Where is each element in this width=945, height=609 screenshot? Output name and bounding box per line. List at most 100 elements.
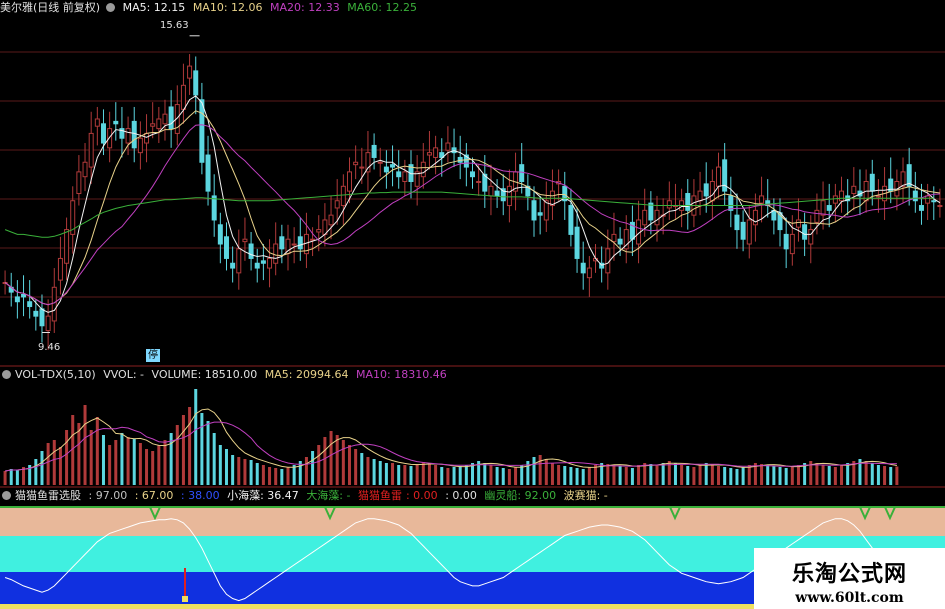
volume-bar (569, 467, 573, 485)
candle-body (931, 200, 937, 203)
volume-bar (255, 463, 259, 485)
candle-body (254, 262, 260, 269)
volume-bar (101, 435, 105, 485)
candle-body (14, 296, 20, 303)
candle-body (21, 294, 27, 298)
volume-bar (846, 463, 850, 485)
candle-body (783, 233, 789, 250)
candle-body (925, 195, 931, 204)
volume-bar (883, 466, 887, 485)
volume-bar (495, 467, 499, 485)
candle-body (617, 238, 623, 245)
candle-body (709, 181, 715, 202)
candle-body (242, 238, 248, 243)
watermark-title: 乐淘公式网 (791, 562, 907, 587)
volume-bar (317, 445, 321, 485)
candle-body (168, 106, 174, 130)
candle-body (279, 236, 285, 250)
volume-bar (335, 435, 339, 485)
candle-body (100, 123, 106, 144)
volume-bar (618, 466, 622, 485)
candle-body (82, 161, 88, 178)
candle-body (205, 154, 211, 192)
volume-bar (132, 439, 136, 485)
candle-body (131, 120, 137, 149)
volume-bar (409, 466, 413, 485)
candle-body (586, 267, 592, 279)
candle-body (193, 70, 199, 96)
candle-body (57, 257, 63, 281)
candle-body (568, 205, 574, 235)
candle-body (832, 195, 838, 204)
candle-body (223, 236, 229, 259)
volume-bar (507, 469, 511, 485)
volume-bar (151, 451, 155, 485)
volume-bar (194, 389, 198, 485)
candle-body (150, 123, 156, 127)
candle-body (697, 190, 703, 202)
volume-bar (206, 421, 210, 485)
volume-bar (501, 468, 505, 485)
candle-body (144, 132, 150, 144)
volume-bar (587, 467, 591, 485)
candle-body (162, 113, 168, 125)
candle-body (45, 315, 51, 332)
candle-body (820, 200, 826, 216)
volume-bar (624, 467, 628, 485)
torpedo-head (182, 596, 188, 602)
price-layer (2, 35, 943, 350)
volume-bar (157, 445, 161, 485)
stop-badge: 停 (146, 349, 160, 362)
candle-body (113, 120, 119, 125)
volume-bar (372, 459, 376, 485)
volume-bar (864, 461, 868, 485)
volume-bar (710, 464, 714, 485)
volume-bar (89, 430, 93, 485)
volume-bar (760, 464, 764, 485)
volume-bar (889, 467, 893, 485)
volume-bar (126, 437, 130, 485)
volume-bar (427, 463, 431, 485)
candle-body (703, 183, 709, 197)
candle-body (273, 243, 279, 264)
volume-bar (538, 455, 542, 485)
volume-bar (532, 457, 536, 485)
volume-bar (661, 463, 665, 485)
volume-bar (145, 449, 149, 485)
volume-bar (163, 440, 167, 485)
volume-bar (637, 465, 641, 485)
volume-bar (188, 407, 192, 485)
candle-body (340, 185, 346, 207)
volume-bar (311, 451, 315, 485)
volume-bar (790, 467, 794, 485)
candle-body (187, 65, 193, 79)
high-marker-text: 15.63 (160, 20, 189, 31)
volume-bar (323, 437, 327, 485)
volume-bar (796, 465, 800, 485)
volume-bar (249, 460, 253, 485)
candle-body (211, 195, 217, 221)
volume-bar (520, 465, 524, 485)
volume-bar (440, 467, 444, 485)
candle-body (76, 171, 82, 195)
volume-bar (329, 431, 333, 485)
candle-body (869, 173, 875, 192)
candle-body (759, 195, 765, 204)
volume-bar (200, 413, 204, 485)
candle-body (310, 238, 316, 241)
chart-canvas[interactable] (0, 0, 945, 609)
low-marker-text: 9.46 (38, 342, 61, 353)
candle-body (230, 262, 236, 269)
candle-body (685, 193, 691, 211)
candle-body (328, 214, 334, 226)
volume-bar (261, 465, 265, 485)
candle-body (88, 132, 94, 168)
volume-bar (181, 415, 185, 485)
candle-body (390, 164, 396, 168)
candle-body (752, 209, 758, 226)
volume-bar (452, 467, 456, 485)
candle-body (580, 262, 586, 274)
volume-bar (778, 467, 782, 485)
candle-body (248, 243, 254, 259)
candle-body (611, 233, 617, 243)
